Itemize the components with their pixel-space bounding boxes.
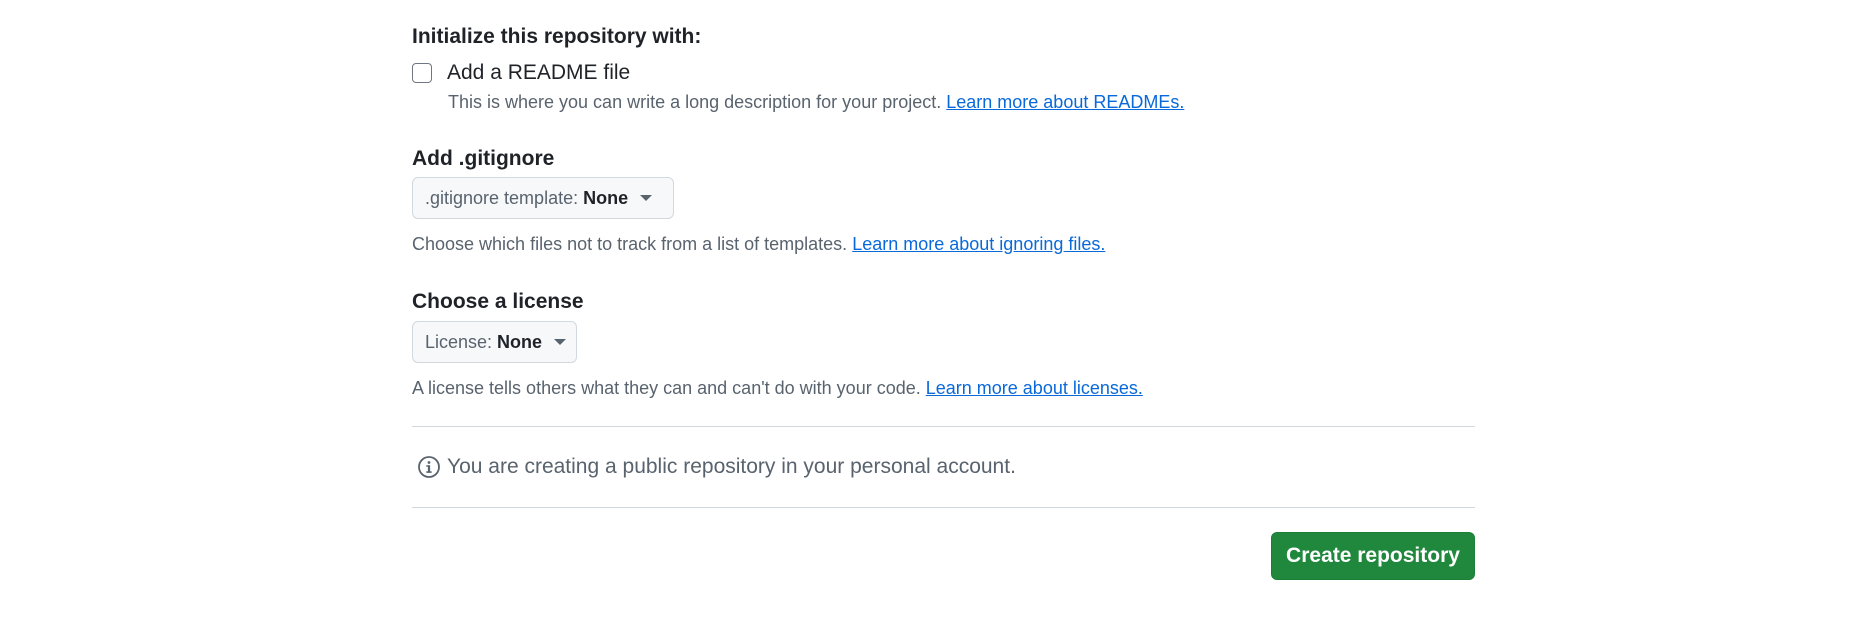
create-repository-button[interactable]: Create repository — [1271, 532, 1475, 580]
gitignore-select-prefix: .gitignore template: — [425, 187, 579, 208]
visibility-notice: You are creating a public repository in … — [417, 455, 1016, 479]
divider — [412, 426, 1475, 427]
caret-down-icon — [554, 339, 567, 345]
gitignore-heading: Add .gitignore — [412, 147, 555, 170]
license-description-text: A license tells others what they can and… — [412, 378, 921, 398]
readme-checkbox[interactable] — [412, 62, 432, 83]
visibility-notice-text: You are creating a public repository in … — [447, 455, 1016, 478]
gitignore-description-text: Choose which files not to track from a l… — [412, 234, 848, 254]
gitignore-learn-more-link[interactable]: Learn more about ignoring files. — [852, 234, 1105, 254]
readme-description: This is where you can write a long descr… — [448, 92, 1184, 113]
license-learn-more-link[interactable]: Learn more about licenses. — [926, 378, 1143, 398]
readme-option[interactable]: Add a README file — [412, 60, 630, 85]
license-heading: Choose a license — [412, 290, 584, 313]
gitignore-template-select[interactable]: .gitignore template: None — [412, 177, 674, 219]
license-select-value: None — [497, 331, 543, 352]
readme-learn-more-link[interactable]: Learn more about READMEs. — [946, 92, 1184, 112]
info-icon — [418, 456, 440, 478]
license-select[interactable]: License: None — [412, 321, 577, 363]
readme-description-text: This is where you can write a long descr… — [448, 92, 942, 112]
license-description: A license tells others what they can and… — [412, 378, 1143, 399]
caret-down-icon — [640, 195, 653, 201]
gitignore-select-value: None — [583, 187, 629, 208]
initialize-heading: Initialize this repository with: — [412, 25, 702, 48]
divider — [412, 507, 1475, 508]
license-select-prefix: License: — [425, 331, 493, 352]
readme-label[interactable]: Add a README file — [447, 60, 630, 85]
gitignore-description: Choose which files not to track from a l… — [412, 234, 1105, 255]
